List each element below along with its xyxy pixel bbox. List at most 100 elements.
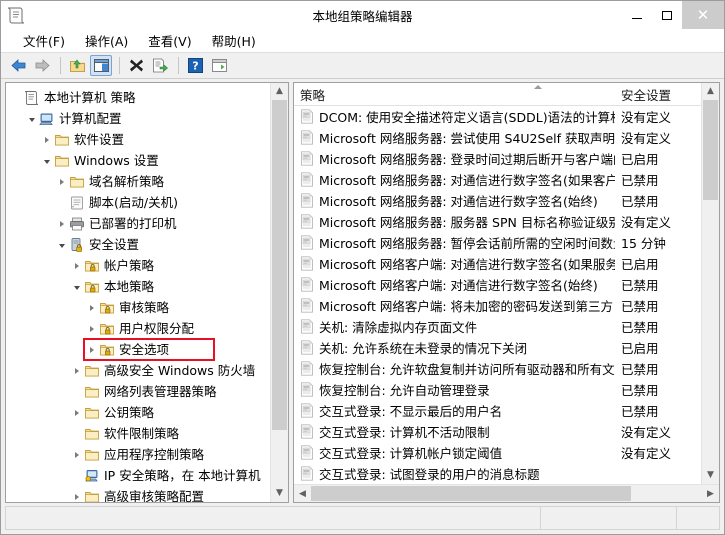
policy-cell: Microsoft 网络服务器: 尝试使用 S4U2Self 获取声明信息 (294, 128, 615, 147)
chevron-right-icon[interactable] (85, 297, 99, 318)
chevron-right-icon[interactable] (70, 360, 84, 381)
chevron-right-icon[interactable] (70, 486, 84, 502)
tree-item-label: 本地策略 (104, 278, 155, 294)
list-hscroll-thumb[interactable] (311, 486, 631, 501)
list-hscroll-track[interactable] (311, 485, 702, 502)
table-row[interactable]: 恢复控制台: 允许软盘复制并访问所有驱动器和所有文件夹 已禁用 (294, 358, 701, 379)
tree-item[interactable]: 脚本(启动/关机) (10, 192, 270, 213)
menu-view[interactable]: 查看(V) (138, 29, 201, 52)
policy-name-label: Microsoft 网络服务器: 对通信进行数字签名(如果客户端允... (319, 173, 615, 188)
tree-item[interactable]: IP 安全策略，在 本地计算机 (10, 465, 270, 486)
table-row[interactable]: 恢复控制台: 允许自动管理登录 已禁用 (294, 379, 701, 400)
security-setting-cell: 已禁用 (621, 404, 659, 419)
tree-item[interactable]: 安全选项 (10, 339, 270, 360)
list-scroll-right-button[interactable]: ▶ (702, 485, 719, 502)
column-header-security-setting[interactable]: 安全设置 (615, 83, 701, 105)
minimize-button[interactable] (622, 1, 652, 29)
table-row[interactable]: Microsoft 网络服务器: 对通信进行数字签名(如果客户端允... 已禁用 (294, 169, 701, 190)
tree-item[interactable]: 应用程序控制策略 (10, 444, 270, 465)
table-row[interactable]: DCOM: 使用安全描述符定义语言(SDDL)语法的计算机启动... 没有定义 (294, 106, 701, 127)
list-horizontal-scrollbar[interactable]: ◀ ▶ (294, 484, 719, 502)
table-row[interactable]: Microsoft 网络服务器: 尝试使用 S4U2Self 获取声明信息 没有定… (294, 127, 701, 148)
list-scroll-track[interactable] (702, 100, 719, 467)
tree-item[interactable]: 高级审核策略配置 (10, 486, 270, 502)
chevron-right-icon[interactable] (55, 213, 69, 234)
menu-file[interactable]: 文件(F) (13, 29, 75, 52)
table-row[interactable]: 关机: 清除虚拟内存页面文件 已禁用 (294, 316, 701, 337)
column-header-policy[interactable]: 策略 (294, 83, 615, 105)
tree-item[interactable]: 已部署的打印机 (10, 213, 270, 234)
table-row[interactable]: 交互式登录: 不显示最后的用户名 已禁用 (294, 400, 701, 421)
tree-item[interactable]: 安全设置 (10, 234, 270, 255)
tree-item[interactable]: 软件限制策略 (10, 423, 270, 444)
tree-item[interactable]: 高级安全 Windows 防火墙 (10, 360, 270, 381)
policy-setting-icon (300, 403, 314, 418)
chevron-right-icon[interactable] (70, 255, 84, 276)
list-rows[interactable]: DCOM: 使用安全描述符定义语言(SDDL)语法的计算机启动...没有定义Mi… (294, 106, 701, 484)
up-folder-icon[interactable] (66, 55, 88, 76)
policy-name-label: Microsoft 网络服务器: 服务器 SPN 目标名称验证级别 (319, 215, 615, 230)
table-row[interactable]: Microsoft 网络客户端: 对通信进行数字签名(如果服务器允... 已启用 (294, 253, 701, 274)
list-scroll-up-button[interactable]: ▲ (702, 83, 719, 100)
policy-name-label: 交互式登录: 计算机不活动限制 (319, 425, 490, 440)
chevron-down-icon[interactable] (70, 276, 84, 297)
delete-x-icon[interactable] (125, 55, 147, 76)
tree-item[interactable]: 网络列表管理器策略 (10, 381, 270, 402)
menu-action[interactable]: 操作(A) (75, 29, 138, 52)
chevron-right-icon[interactable] (70, 402, 84, 423)
list-vertical-scrollbar[interactable]: ▲ ▼ (701, 83, 719, 484)
help-question-icon[interactable]: ? (184, 55, 206, 76)
table-row[interactable]: Microsoft 网络服务器: 登录时间过期后断开与客户端的连接已启用 (294, 148, 701, 169)
tree-item[interactable]: 域名解析策略 (10, 171, 270, 192)
chevron-right-icon[interactable] (55, 171, 69, 192)
chevron-right-icon[interactable] (70, 444, 84, 465)
column-header-policy-label: 策略 (300, 87, 326, 103)
list-header: 策略 安全设置 (294, 83, 701, 106)
tree-scroll-down-button[interactable]: ▼ (271, 485, 288, 502)
table-row[interactable]: Microsoft 网络服务器: 暂停会话前所需的空闲时间数量 15 分钟 (294, 232, 701, 253)
security-setting-cell: 没有定义 (621, 131, 672, 146)
tree-item[interactable]: 本地策略 (10, 276, 270, 297)
chevron-right-icon[interactable] (40, 129, 54, 150)
chevron-right-icon[interactable] (85, 339, 99, 360)
tree-vertical-scrollbar[interactable]: ▲ ▼ (270, 83, 288, 502)
chevron-right-icon[interactable] (85, 318, 99, 339)
forward-arrow-icon[interactable] (31, 55, 53, 76)
table-row[interactable]: 交互式登录: 试图登录的用户的消息标题 (294, 463, 701, 484)
menu-help[interactable]: 帮助(H) (202, 29, 266, 52)
back-arrow-icon[interactable] (7, 55, 29, 76)
chevron-down-icon[interactable] (40, 150, 54, 171)
table-row[interactable]: 交互式登录: 计算机帐户锁定阈值 没有定义 (294, 442, 701, 463)
tree-item[interactable]: 计算机配置 (10, 108, 270, 129)
table-row[interactable]: Microsoft 网络客户端: 对通信进行数字签名(始终) 已禁用 (294, 274, 701, 295)
tree-scroll-track[interactable] (271, 100, 288, 485)
export-list-icon[interactable] (149, 55, 171, 76)
chevron-down-icon[interactable] (55, 234, 69, 255)
show-action-pane-icon[interactable] (208, 55, 230, 76)
tree-item[interactable]: 审核策略 (10, 297, 270, 318)
tree-item[interactable]: 用户权限分配 (10, 318, 270, 339)
tree-item[interactable]: 软件设置 (10, 129, 270, 150)
table-row[interactable]: Microsoft 网络服务器: 对通信进行数字签名(始终) 已禁用 (294, 190, 701, 211)
list-scroll-left-button[interactable]: ◀ (294, 485, 311, 502)
policy-tree[interactable]: 本地计算机 策略 计算机配置 软件设置 Windows 设置 域名解析策略 脚本(启动/关… (6, 83, 270, 502)
chevron-down-icon[interactable] (25, 108, 39, 129)
table-row[interactable]: Microsoft 网络客户端: 将未加密的密码发送到第三方 SMB... 已禁用 (294, 295, 701, 316)
tree-scroll-thumb[interactable] (272, 100, 287, 430)
tree-item-label: 高级审核策略配置 (104, 488, 205, 503)
tree-item[interactable]: 帐户策略 (10, 255, 270, 276)
tree-item[interactable]: Windows 设置 (10, 150, 270, 171)
tree-item[interactable]: 公钥策略 (10, 402, 270, 423)
policy-cell: 交互式登录: 计算机帐户锁定阈值 (294, 443, 615, 462)
list-scroll-thumb[interactable] (703, 100, 718, 200)
close-button[interactable]: ✕ (682, 1, 724, 29)
list-scroll-down-button[interactable]: ▼ (702, 467, 719, 484)
tree-item[interactable]: 本地计算机 策略 (10, 87, 270, 108)
table-row[interactable]: 交互式登录: 计算机不活动限制 没有定义 (294, 421, 701, 442)
show-hide-tree-icon[interactable] (90, 55, 112, 76)
table-row[interactable]: 关机: 允许系统在未登录的情况下关闭 已启用 (294, 337, 701, 358)
tree-scroll-up-button[interactable]: ▲ (271, 83, 288, 100)
table-row[interactable]: Microsoft 网络服务器: 服务器 SPN 目标名称验证级别 没有定义 (294, 211, 701, 232)
maximize-button[interactable] (652, 1, 682, 29)
